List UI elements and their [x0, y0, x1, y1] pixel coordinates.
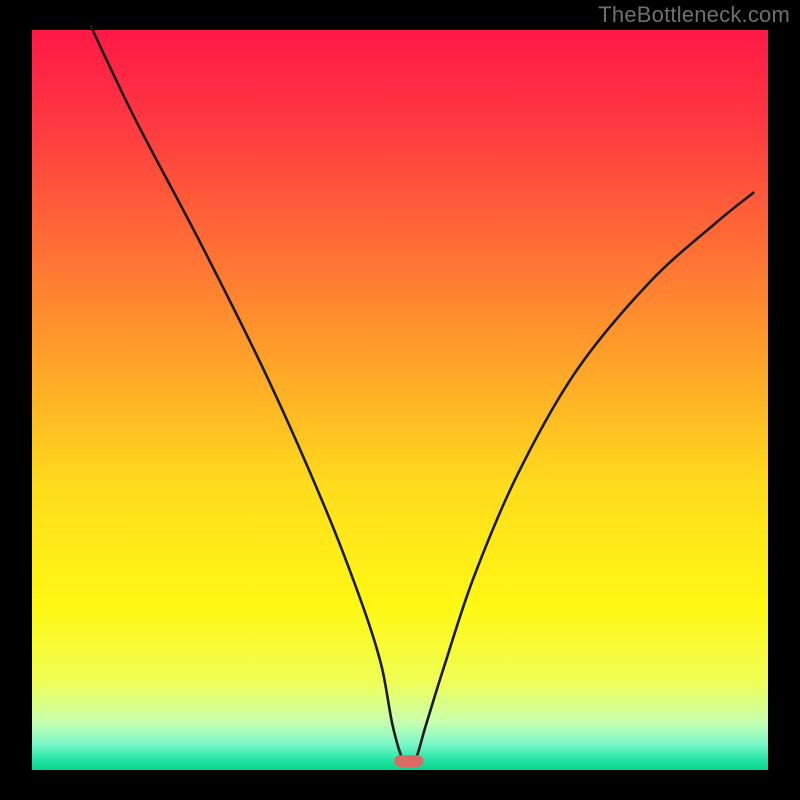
bottleneck-chart — [0, 0, 800, 800]
chart-frame: TheBottleneck.com — [0, 0, 800, 800]
plot-background — [32, 30, 768, 770]
watermark-text: TheBottleneck.com — [598, 2, 790, 28]
optimal-point-marker — [394, 755, 423, 767]
